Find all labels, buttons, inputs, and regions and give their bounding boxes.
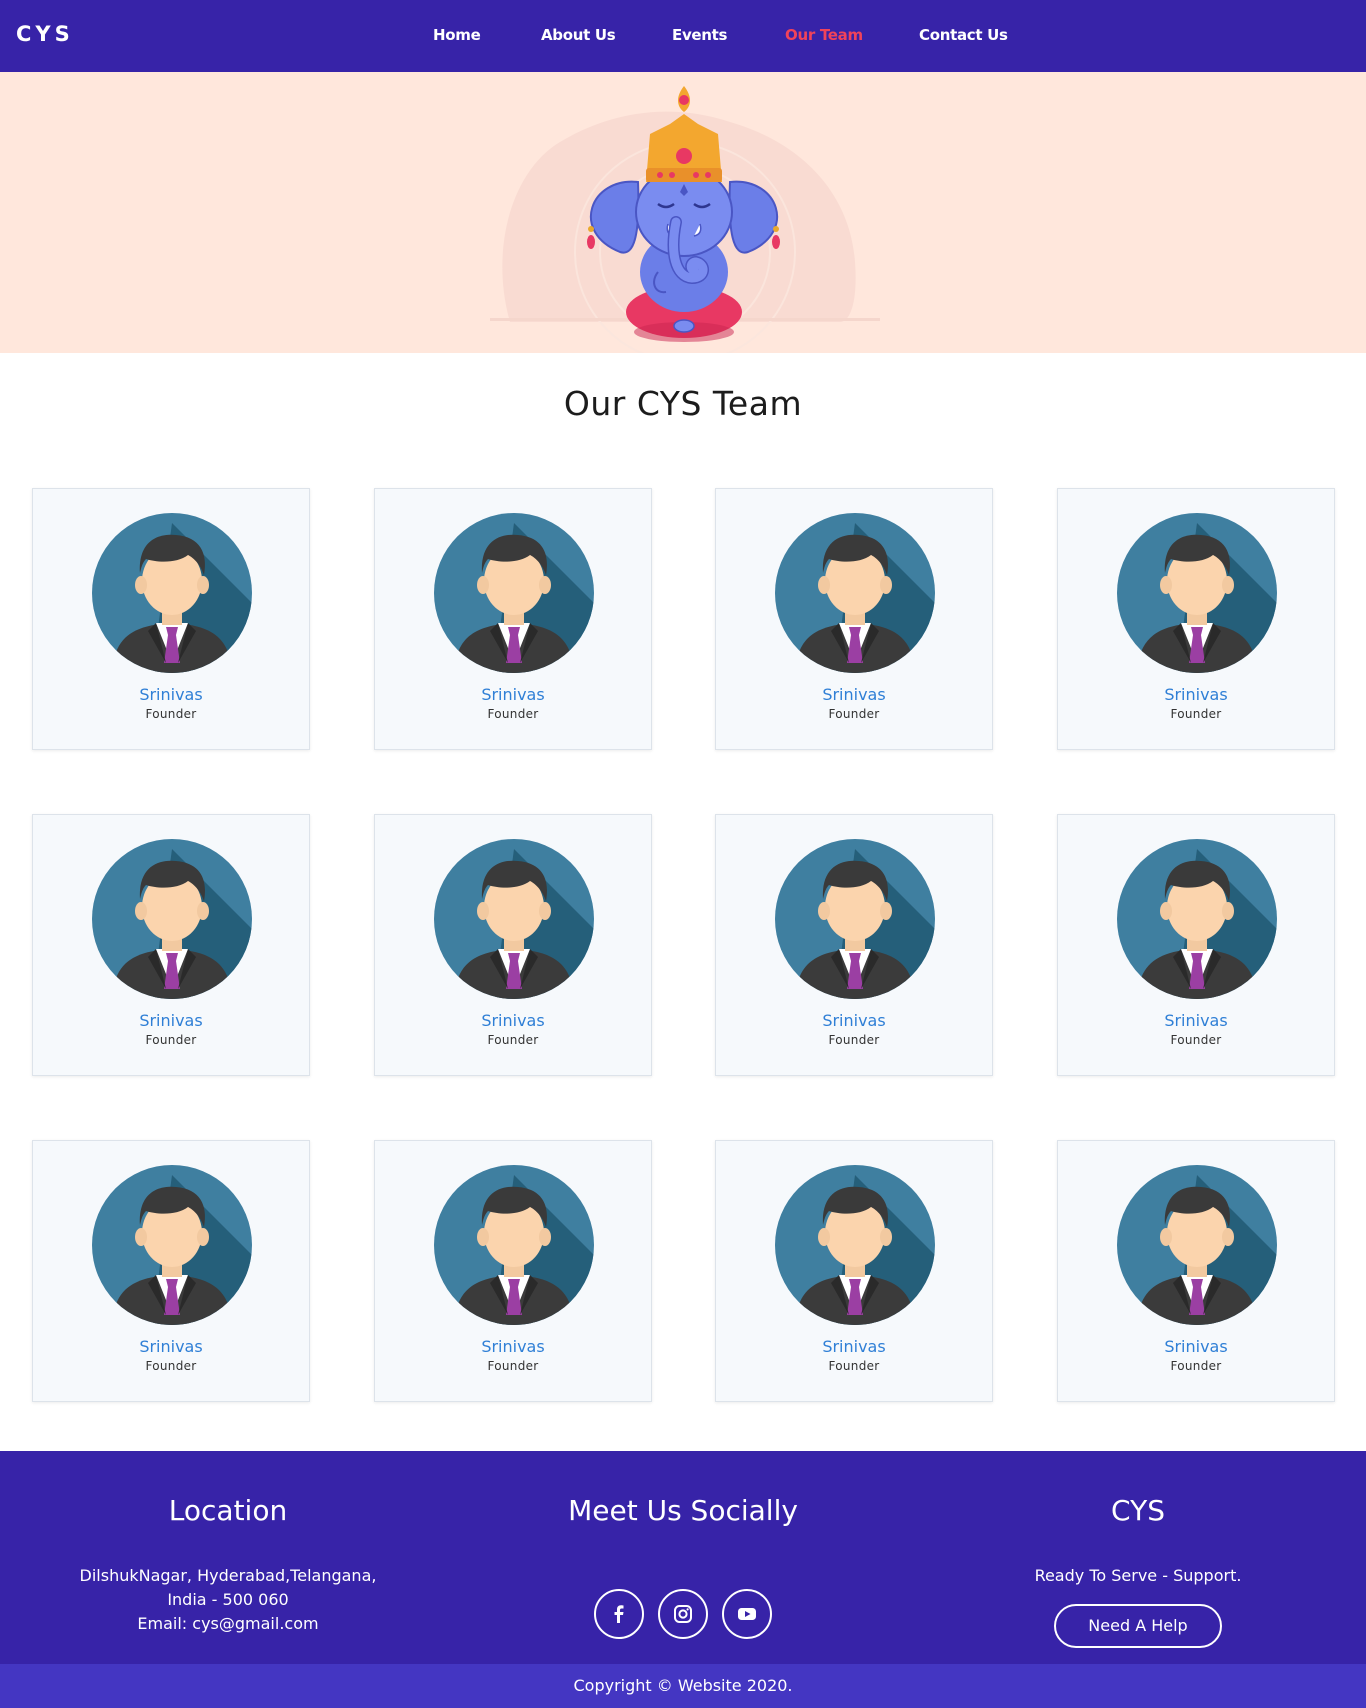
copyright-bar: Copyright © Website 2020.	[0, 1664, 1366, 1708]
team-card[interactable]: Srinivas Founder	[32, 814, 310, 1076]
team-card[interactable]: Srinivas Founder	[715, 1140, 993, 1402]
person-avatar-icon	[1117, 839, 1277, 999]
person-avatar-icon	[92, 513, 252, 673]
member-role: Founder	[487, 1359, 539, 1373]
social-heading: Meet Us Socially	[568, 1494, 798, 1527]
about-heading: CYS	[1111, 1494, 1165, 1527]
instagram-icon	[674, 1605, 692, 1623]
hero-banner	[0, 72, 1366, 353]
nav-link-our-team[interactable]: Our Team	[785, 26, 863, 44]
team-card[interactable]: Srinivas Founder	[32, 488, 310, 750]
member-role: Founder	[487, 707, 539, 721]
footer-location: Location DilshukNagar, Hyderabad,Telanga…	[28, 1451, 428, 1664]
member-name[interactable]: Srinivas	[33, 1011, 309, 1030]
instagram-button[interactable]	[658, 1589, 708, 1639]
team-card[interactable]: Srinivas Founder	[374, 1140, 652, 1402]
member-name[interactable]: Srinivas	[1058, 1337, 1334, 1356]
team-card[interactable]: Srinivas Founder	[1057, 814, 1335, 1076]
member-name[interactable]: Srinivas	[1058, 1011, 1334, 1030]
member-role: Founder	[1170, 1033, 1222, 1047]
person-avatar-icon	[434, 513, 594, 673]
member-role: Founder	[828, 1033, 880, 1047]
youtube-button[interactable]	[722, 1589, 772, 1639]
member-role: Founder	[145, 707, 197, 721]
top-navbar: CYS Home About Us Events Our Team Contac…	[0, 0, 1366, 72]
team-card[interactable]: Srinivas Founder	[715, 488, 993, 750]
member-role: Founder	[145, 1359, 197, 1373]
team-card[interactable]: Srinivas Founder	[374, 488, 652, 750]
member-name[interactable]: Srinivas	[716, 1337, 992, 1356]
nav-menu: Home About Us Events Our Team Contact Us	[0, 0, 1366, 72]
address-line: DilshukNagar, Hyderabad,Telangana,	[79, 1566, 377, 1585]
member-name[interactable]: Srinivas	[33, 1337, 309, 1356]
person-avatar-icon	[1117, 513, 1277, 673]
member-name[interactable]: Srinivas	[716, 1011, 992, 1030]
footer-about: CYS Ready To Serve - Support. Need A Hel…	[938, 1451, 1338, 1664]
nav-link-events[interactable]: Events	[672, 26, 727, 44]
member-name[interactable]: Srinivas	[375, 1337, 651, 1356]
member-name[interactable]: Srinivas	[375, 1011, 651, 1030]
member-role: Founder	[145, 1033, 197, 1047]
page-title: Our CYS Team	[563, 384, 803, 423]
member-name[interactable]: Srinivas	[716, 685, 992, 704]
nav-link-about-us[interactable]: About Us	[541, 26, 616, 44]
member-name[interactable]: Srinivas	[33, 685, 309, 704]
email-text[interactable]: Email: cys@gmail.com	[28, 1612, 428, 1636]
member-name[interactable]: Srinivas	[375, 685, 651, 704]
member-role: Founder	[828, 1359, 880, 1373]
team-card[interactable]: Srinivas Founder	[32, 1140, 310, 1402]
person-avatar-icon	[434, 1165, 594, 1325]
footer-social: Meet Us Socially	[483, 1451, 883, 1664]
person-avatar-icon	[775, 839, 935, 999]
need-help-button[interactable]: Need A Help	[1054, 1604, 1222, 1648]
address-line: India - 500 060	[167, 1590, 289, 1609]
team-card[interactable]: Srinivas Founder	[374, 814, 652, 1076]
person-avatar-icon	[434, 839, 594, 999]
youtube-icon	[738, 1608, 756, 1620]
facebook-button[interactable]	[594, 1589, 644, 1639]
team-card[interactable]: Srinivas Founder	[715, 814, 993, 1076]
person-avatar-icon	[92, 1165, 252, 1325]
nav-link-contact-us[interactable]: Contact Us	[919, 26, 1008, 44]
ganesha-illustration	[490, 86, 880, 353]
member-name[interactable]: Srinivas	[1058, 685, 1334, 704]
member-role: Founder	[487, 1033, 539, 1047]
nav-link-home[interactable]: Home	[433, 26, 481, 44]
team-card[interactable]: Srinivas Founder	[1057, 488, 1335, 750]
person-avatar-icon	[775, 1165, 935, 1325]
member-role: Founder	[1170, 707, 1222, 721]
location-heading: Location	[168, 1494, 288, 1527]
person-avatar-icon	[775, 513, 935, 673]
team-card[interactable]: Srinivas Founder	[1057, 1140, 1335, 1402]
person-avatar-icon	[92, 839, 252, 999]
member-role: Founder	[828, 707, 880, 721]
facebook-icon	[614, 1605, 624, 1623]
person-avatar-icon	[1117, 1165, 1277, 1325]
site-footer: Location DilshukNagar, Hyderabad,Telanga…	[0, 1451, 1366, 1664]
tagline-text: Ready To Serve - Support.	[1034, 1566, 1242, 1585]
member-role: Founder	[1170, 1359, 1222, 1373]
